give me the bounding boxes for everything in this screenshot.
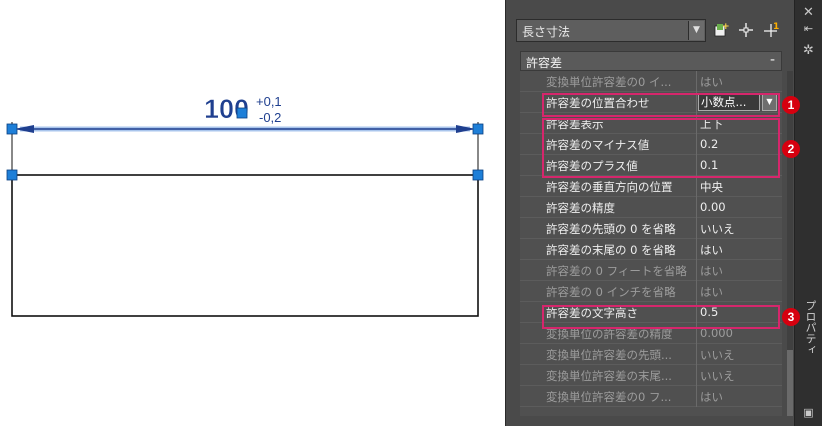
toggle-pickadd-icon[interactable]: 1 [762, 20, 782, 40]
column-divider [696, 344, 697, 365]
property-name: 許容差の精度 [546, 201, 615, 215]
property-value[interactable]: はい [700, 263, 778, 279]
property-name: 許容差の末尾の 0 を省略 [546, 243, 676, 257]
property-name: 変換単位許容差の末尾... [546, 369, 672, 383]
tolerance-group-header[interactable]: 許容差 - [520, 51, 782, 71]
select-objects-icon[interactable] [736, 20, 756, 40]
property-name: 許容差の 0 インチを省略 [546, 285, 676, 299]
column-divider [696, 239, 697, 260]
palette-title: プロパティ [804, 300, 817, 355]
properties-palette: 長さ寸法 ▼ + 1 許容差 - 変換単位許容差の0 イ... はい 許容差の位… [505, 0, 822, 426]
text-grip[interactable] [236, 107, 248, 119]
group-title: 許容差 [526, 56, 563, 70]
grip-top-left[interactable] [6, 123, 18, 135]
highlight-box-2 [542, 118, 780, 178]
callout-1: 1 [782, 96, 800, 114]
column-divider [696, 71, 697, 92]
quick-select-icon[interactable]: + [712, 20, 732, 40]
palette-menu-icon[interactable]: ▣ [795, 406, 822, 420]
property-row[interactable]: 許容差の先頭の 0 を省略 いいえ [520, 218, 782, 239]
grip-top-right[interactable] [472, 123, 484, 135]
chevron-down-icon[interactable]: ▼ [688, 21, 704, 40]
property-value[interactable]: はい [700, 389, 778, 405]
property-name: 許容差の 0 フィートを省略 [546, 264, 687, 278]
column-divider [696, 386, 697, 407]
palette-body: 長さ寸法 ▼ + 1 許容差 - 変換単位許容差の0 イ... はい 許容差の位… [506, 0, 796, 426]
grip-bottom-left[interactable] [6, 169, 18, 181]
highlight-box-3 [542, 305, 780, 329]
property-name: 変換単位許容差の0 フ... [546, 390, 672, 404]
property-value[interactable]: はい [700, 284, 778, 300]
property-value[interactable]: 0.00 [700, 200, 778, 214]
grip-bottom-right[interactable] [472, 169, 484, 181]
column-divider [696, 281, 697, 302]
property-value[interactable]: いいえ [700, 221, 778, 237]
drawing-canvas[interactable]: 100 +0,1 -0,2 [0, 0, 505, 426]
close-icon[interactable]: ✕ [795, 6, 822, 20]
property-row[interactable]: 許容差の精度 0.00 [520, 197, 782, 218]
object-type-selector[interactable]: 長さ寸法 ▼ [516, 19, 706, 42]
property-name: 変換単位許容差の0 イ... [546, 75, 672, 89]
column-divider [696, 260, 697, 281]
property-row[interactable]: 変換単位許容差の末尾... いいえ [520, 365, 782, 386]
svg-text:1: 1 [773, 22, 779, 32]
palette-title-bar[interactable]: ✕ ⇤ ✲ プロパティ ▣ [794, 0, 822, 426]
column-divider [696, 365, 697, 386]
property-row[interactable]: 許容差の 0 インチを省略 はい [520, 281, 782, 302]
property-value[interactable]: はい [700, 242, 778, 258]
column-divider [696, 176, 697, 197]
scrollbar-thumb[interactable] [787, 350, 793, 416]
tolerance-minus: -0,2 [259, 110, 281, 125]
property-row[interactable]: 許容差の垂直方向の位置 中央 [520, 176, 782, 197]
property-value[interactable]: いいえ [700, 368, 778, 384]
column-divider [696, 218, 697, 239]
property-row[interactable]: 変換単位許容差の先頭... いいえ [520, 344, 782, 365]
property-name: 許容差の垂直方向の位置 [546, 180, 673, 194]
collapse-icon[interactable]: - [770, 52, 775, 68]
property-row[interactable]: 変換単位許容差の0 イ... はい [520, 71, 782, 92]
property-value[interactable]: はい [700, 74, 778, 90]
property-value[interactable]: いいえ [700, 347, 778, 363]
property-value[interactable]: 中央 [700, 179, 778, 195]
tolerance-plus: +0,1 [256, 94, 282, 109]
gear-icon[interactable]: ✲ [795, 44, 822, 58]
object-type-value: 長さ寸法 [522, 25, 571, 39]
highlight-box-1 [542, 93, 780, 117]
auto-hide-icon[interactable]: ⇤ [795, 22, 822, 36]
property-row[interactable]: 許容差の 0 フィートを省略 はい [520, 260, 782, 281]
property-row[interactable]: 変換単位許容差の0 フ... はい [520, 386, 782, 407]
column-divider [696, 197, 697, 218]
callout-3: 3 [782, 308, 800, 326]
property-name: 変換単位許容差の先頭... [546, 348, 672, 362]
svg-text:+: + [722, 22, 730, 32]
callout-2: 2 [782, 140, 800, 158]
rectangle-object[interactable] [11, 174, 479, 317]
property-row[interactable]: 許容差の末尾の 0 を省略 はい [520, 239, 782, 260]
property-name: 許容差の先頭の 0 を省略 [546, 222, 676, 236]
